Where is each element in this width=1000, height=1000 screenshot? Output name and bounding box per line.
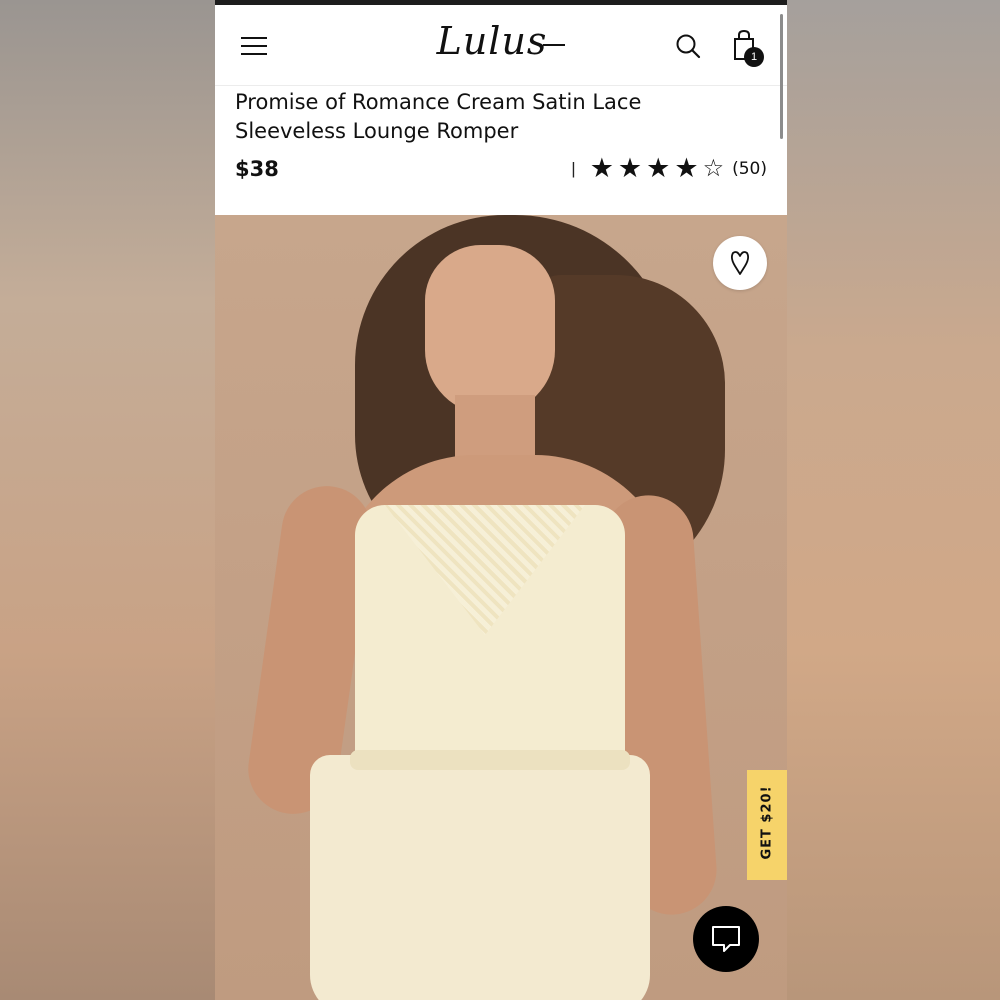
- background-right: [787, 0, 1000, 1000]
- logo-text: Lulus: [436, 19, 548, 63]
- product-price: $38: [235, 157, 279, 181]
- rating-separator: |: [571, 158, 576, 178]
- star-filled-icon: ★: [589, 153, 614, 183]
- site-logo[interactable]: Lulus: [215, 19, 787, 63]
- promo-label: GET $20!: [759, 785, 775, 860]
- cart-count-badge: 1: [744, 47, 764, 67]
- heart-icon: [730, 251, 750, 275]
- phone-screen: Lulus 1 Promise of Romance Cream Satin L…: [215, 0, 787, 1000]
- search-icon[interactable]: [675, 33, 701, 59]
- favorite-button[interactable]: [713, 236, 767, 290]
- product-rating[interactable]: | ★ ★ ★ ★ ☆ (50): [571, 153, 767, 183]
- star-empty-icon: ☆: [702, 155, 725, 182]
- site-header: Lulus 1: [215, 5, 787, 86]
- product-image[interactable]: [215, 215, 787, 1000]
- product-title: Promise of Romance Cream Satin Lace Slee…: [235, 90, 642, 143]
- review-count[interactable]: (50): [732, 159, 767, 179]
- star-filled-icon: ★: [674, 153, 699, 183]
- chat-icon: [712, 926, 740, 952]
- background-left: [0, 0, 215, 1000]
- promo-tab[interactable]: GET $20!: [747, 770, 787, 880]
- chat-button[interactable]: [693, 906, 759, 972]
- star-filled-icon: ★: [617, 153, 643, 183]
- star-filled-icon: ★: [646, 153, 671, 183]
- scrollbar[interactable]: [780, 14, 783, 139]
